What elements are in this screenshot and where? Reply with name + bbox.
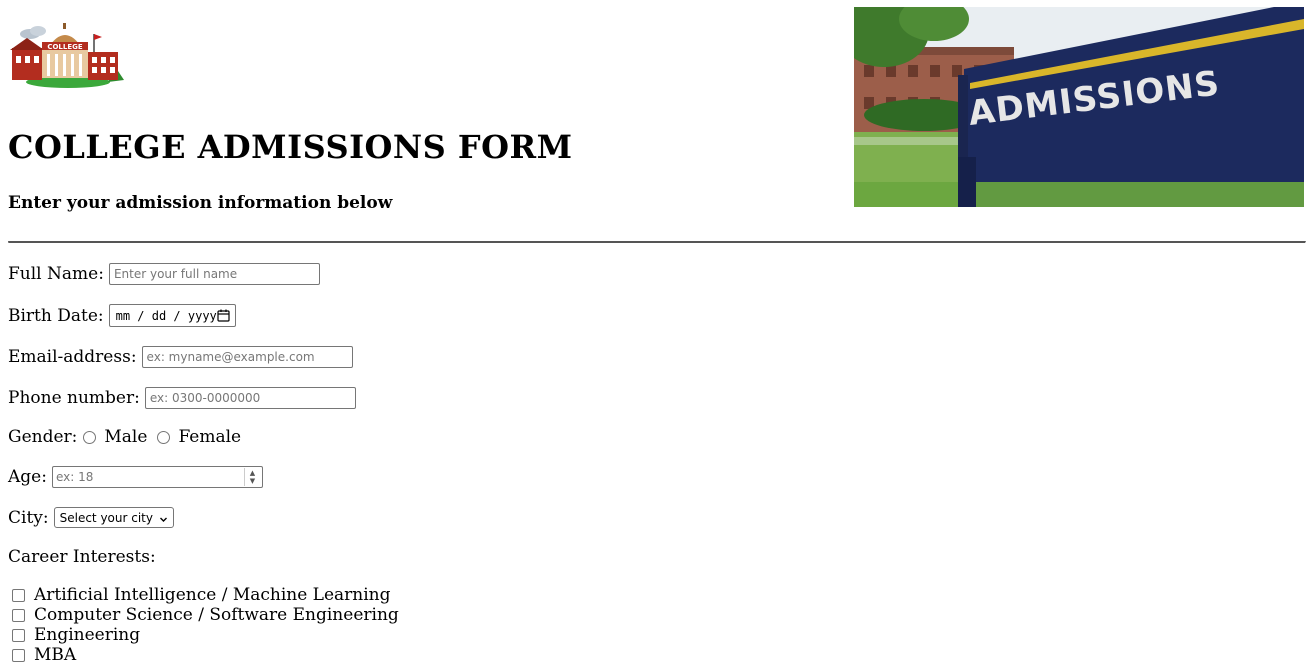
city-label: City: — [8, 507, 49, 528]
city-row: City: Select your city — [8, 507, 174, 528]
gender-male-radio[interactable] — [83, 430, 97, 444]
gender-label: Gender: — [8, 427, 78, 447]
spinner-up-icon[interactable]: ▲ — [250, 469, 255, 477]
spinner-down-icon[interactable]: ▼ — [250, 477, 255, 485]
email-row: Email-address: — [8, 346, 353, 368]
career-option-label[interactable]: MBA — [34, 645, 76, 665]
calendar-icon[interactable] — [217, 309, 230, 322]
career-interests-row: Career Interests: — [8, 547, 156, 567]
career-checkbox[interactable] — [12, 608, 25, 622]
birth-date-placeholder: mm / dd / yyyy — [115, 308, 217, 323]
age-spinner[interactable]: ▲ ▼ — [243, 468, 260, 486]
gender-row: Gender: Male Female — [8, 427, 241, 447]
phone-row: Phone number: — [8, 387, 356, 409]
email-label: Email-address: — [8, 347, 137, 367]
birth-date-input[interactable]: mm / dd / yyyy — [108, 304, 236, 327]
chevron-down-icon — [159, 513, 168, 522]
email-input[interactable] — [141, 346, 353, 368]
career-option-label[interactable]: Artificial Intelligence / Machine Learni… — [34, 585, 391, 605]
full-name-row: Full Name: — [8, 263, 320, 285]
admissions-banner-image: ADMISSIONS — [854, 7, 1304, 207]
career-option[interactable]: Computer Science / Software Engineering — [12, 605, 399, 625]
age-label: Age: — [8, 467, 47, 487]
birth-date-row: Birth Date: mm / dd / yyyy — [8, 304, 236, 327]
header-divider — [8, 241, 1306, 243]
age-input[interactable] — [52, 468, 244, 486]
birth-date-label: Birth Date: — [8, 305, 104, 326]
gender-female-radio[interactable] — [157, 430, 171, 444]
career-checkbox[interactable] — [12, 648, 25, 662]
gender-female-label[interactable]: Female — [178, 427, 241, 447]
career-option-label[interactable]: Computer Science / Software Engineering — [34, 605, 399, 625]
full-name-label: Full Name: — [8, 264, 104, 284]
age-row: Age: ▲ ▼ — [8, 466, 263, 488]
career-checkbox[interactable] — [12, 588, 25, 602]
career-option[interactable]: MBA — [12, 645, 76, 665]
phone-input[interactable] — [144, 387, 356, 409]
city-select[interactable]: Select your city — [53, 507, 174, 528]
city-select-value: Select your city — [59, 510, 153, 525]
phone-label: Phone number: — [8, 388, 140, 408]
college-logo: COLLEGE — [8, 20, 128, 88]
page-subtitle: Enter your admission information below — [8, 193, 393, 213]
gender-male-label[interactable]: Male — [104, 427, 147, 447]
career-option[interactable]: Engineering — [12, 625, 140, 645]
career-checkbox[interactable] — [12, 628, 25, 642]
logo-text: COLLEGE — [47, 43, 83, 51]
career-option-label[interactable]: Engineering — [34, 625, 140, 645]
page-title: COLLEGE ADMISSIONS FORM — [8, 128, 573, 166]
age-input-wrapper: ▲ ▼ — [51, 466, 263, 488]
full-name-input[interactable] — [108, 263, 320, 285]
career-option[interactable]: Artificial Intelligence / Machine Learni… — [12, 585, 391, 605]
career-interests-label: Career Interests: — [8, 547, 156, 567]
